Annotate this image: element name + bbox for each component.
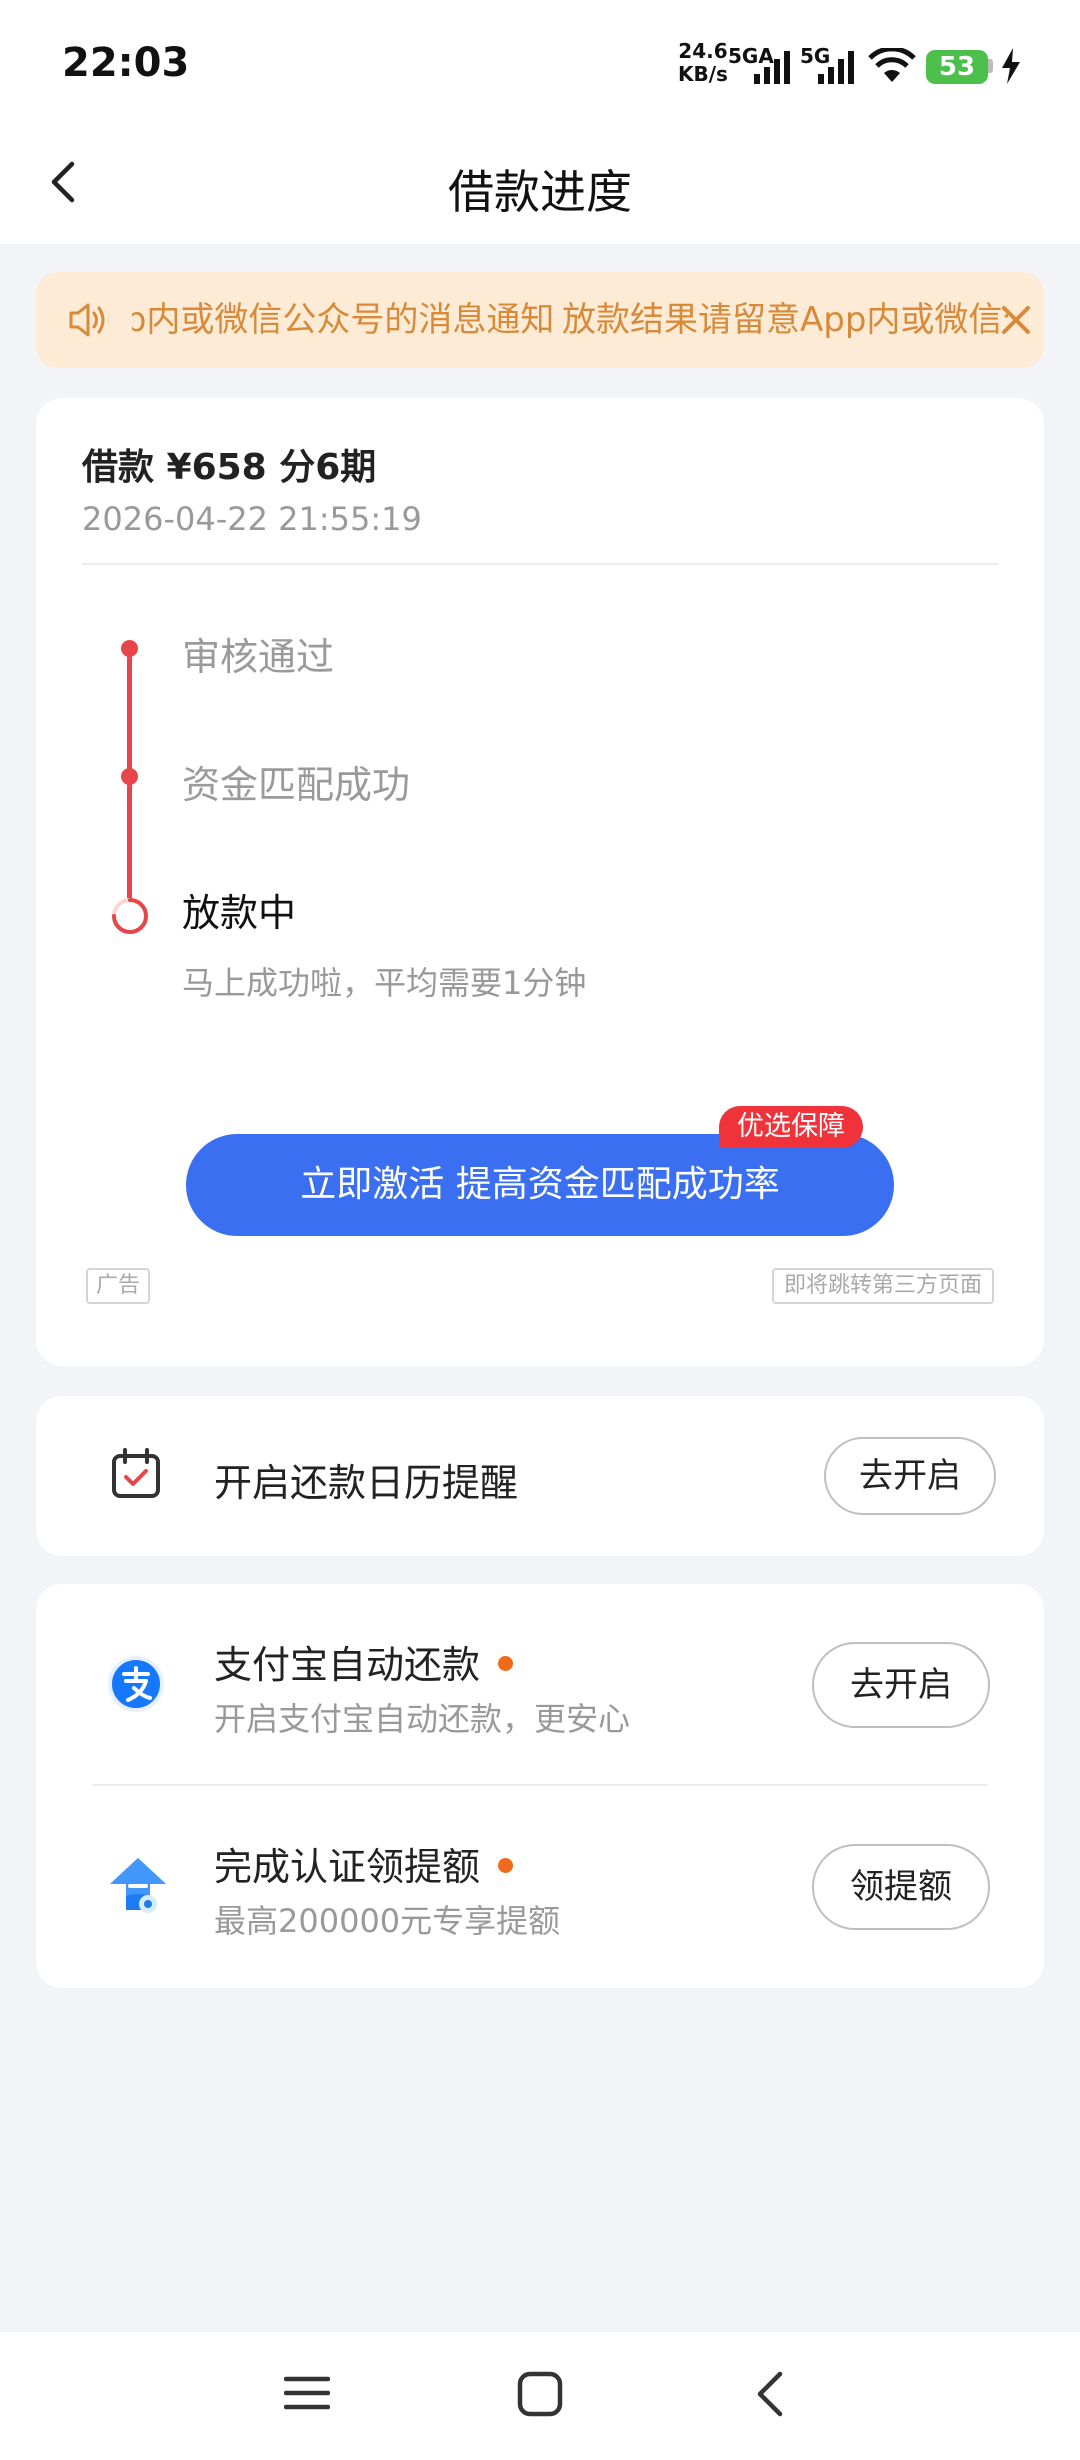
calendar-reminder-card: 开启还款日历提醒 去开启: [36, 1396, 1044, 1556]
network-speed-unit: KB/s: [678, 62, 728, 86]
back-nav-icon[interactable]: [752, 2370, 792, 2418]
cta-badge: 优选保障: [719, 1106, 863, 1148]
network-speed: 24.6 KB/s: [678, 40, 728, 86]
home-icon[interactable]: [516, 2370, 564, 2418]
step-approved: 审核通过: [182, 635, 335, 679]
loading-icon: [112, 898, 148, 934]
network-speed-value: 24.6: [678, 39, 728, 63]
wifi-icon: [868, 48, 916, 82]
loan-time: 2026-04-22 21:55:19: [82, 500, 422, 538]
alipay-autopay-title: 支付宝自动还款: [214, 1634, 514, 1689]
services-card: 支付宝自动还款 开启支付宝自动还款，更安心 去开启 完成认证领提额 最高2000…: [36, 1584, 1044, 1988]
signal-icon-2: [818, 51, 854, 84]
loan-progress-card: 借款 ¥658 分6期 2026-04-22 21:55:19 审核通过 资金匹…: [36, 398, 1044, 1366]
step-disbursing-note: 马上成功啦，平均需要1分钟: [182, 964, 587, 1002]
notice-marquee: 放款结果请留意App内或微信公众号的消息通知 放款结果请留意App内或微信公众号…: [132, 272, 1008, 368]
divider: [92, 1784, 988, 1786]
new-badge-dot: [498, 1656, 514, 1671]
alipay-autopay-title-text: 支付宝自动还款: [214, 1643, 481, 1687]
limit-up-title-text: 完成认证领提额: [214, 1845, 481, 1889]
calendar-icon: [112, 1448, 160, 1498]
enable-alipay-button[interactable]: 去开启: [812, 1642, 990, 1728]
status-time: 22:03: [62, 40, 190, 86]
notice-text: 放款结果请留意App内或微信公众号的消息通知: [132, 300, 555, 340]
nav-bar: 借款进度: [0, 120, 1080, 244]
battery-tip: [988, 59, 993, 73]
notice-bar: 放款结果请留意App内或微信公众号的消息通知 放款结果请留意App内或微信公众号…: [36, 272, 1044, 368]
page-title: 借款进度: [448, 165, 632, 219]
battery-level: 53: [926, 50, 988, 84]
alipay-icon: [108, 1656, 164, 1712]
close-icon[interactable]: [996, 300, 1036, 340]
ad-tag: 广告: [86, 1268, 151, 1304]
divider: [82, 563, 998, 565]
notice-text-repeat: 放款结果请留意App内或微信公众号的消息通知: [562, 300, 1008, 340]
system-nav-bar: [0, 2332, 1080, 2460]
charging-icon: [1002, 48, 1020, 84]
get-limit-button[interactable]: 领提额: [812, 1844, 990, 1930]
signal-icon: [754, 51, 790, 84]
limit-up-title: 完成认证领提额: [214, 1836, 514, 1891]
loan-progress-page: 22:03 24.6 KB/s 5GA 5G 53 借款进度 p内或微信公众号的…: [0, 0, 1080, 2460]
speaker-icon: [69, 303, 105, 337]
calendar-reminder-label: 开启还款日历提醒: [214, 1461, 519, 1505]
timeline-dot-2: [121, 768, 138, 785]
step-funds-matched: 资金匹配成功: [182, 763, 411, 807]
activate-button[interactable]: 立即激活 提高资金匹配成功率: [186, 1134, 894, 1236]
alipay-autopay-sub: 开启支付宝自动还款，更安心: [214, 1700, 631, 1738]
loan-amount: 借款 ¥658 分6期: [82, 447, 377, 488]
enable-calendar-button[interactable]: 去开启: [824, 1437, 996, 1515]
menu-icon[interactable]: [284, 2370, 330, 2416]
third-party-tag: 即将跳转第三方页面: [771, 1268, 994, 1304]
new-badge-dot: [498, 1858, 514, 1873]
timeline-dot-1: [121, 640, 138, 657]
status-bar: 22:03 24.6 KB/s 5GA 5G 53: [0, 0, 1080, 120]
limit-up-icon: [110, 1858, 166, 1913]
limit-up-sub: 最高200000元专享提额: [214, 1902, 561, 1940]
step-disbursing: 放款中: [182, 891, 297, 935]
